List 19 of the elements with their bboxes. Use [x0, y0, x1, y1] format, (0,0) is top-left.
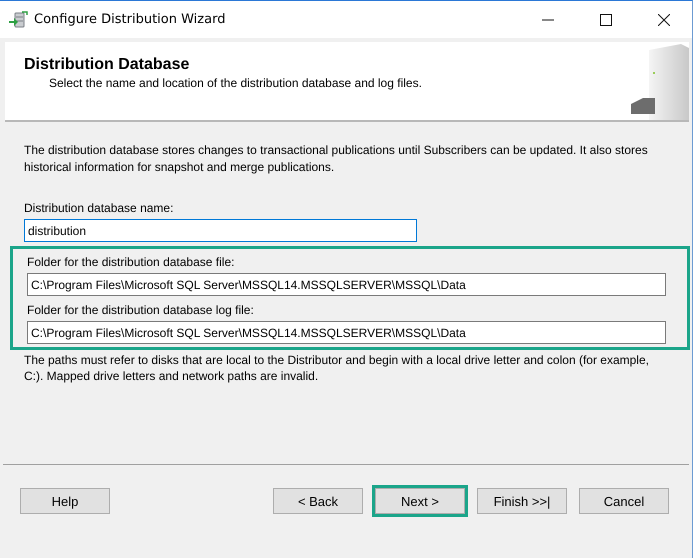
wizard-button[interactable]: Next >: [375, 488, 465, 514]
window-title: Configure Distribution Wizard: [34, 12, 226, 27]
help-button[interactable]: Help: [20, 488, 110, 514]
page-title: Distribution Database: [24, 56, 190, 74]
input-field[interactable]: distribution: [24, 219, 417, 242]
maximize-icon[interactable]: [600, 14, 612, 26]
field-label: Folder for the distribution database log file:: [27, 303, 255, 317]
wizard-button[interactable]: < Back: [273, 488, 363, 514]
field-label: Distribution database name:: [24, 201, 174, 215]
input-field[interactable]: C:\Program Files\Microsoft SQL Server\MSSQL14.MSSQLSERVER\MSSQL\Data: [27, 321, 666, 344]
intro-text: The distribution database stores changes to transactional publications until Subscribers can be updated. It also stores historical information for snapshot and merge publications.: [24, 142, 649, 176]
wizard-button[interactable]: Finish >>|: [477, 488, 567, 514]
wizard-icon: [8, 10, 28, 28]
close-icon[interactable]: [658, 14, 670, 26]
input-field[interactable]: C:\Program Files\Microsoft SQL Server\MSSQL14.MSSQLSERVER\MSSQL\Data: [27, 273, 666, 296]
page-subtitle: Select the name and location of the distribution database and log files.: [48, 76, 422, 90]
wizard-button[interactable]: Cancel: [579, 488, 669, 514]
note-text: The paths must refer to disks that are local to the Distributor and begin with a local drive letter and colon (for example, C:). Mapped drive letters and network paths are invalid.: [24, 352, 650, 384]
field-label: Folder for the distribution database file:: [27, 255, 236, 269]
